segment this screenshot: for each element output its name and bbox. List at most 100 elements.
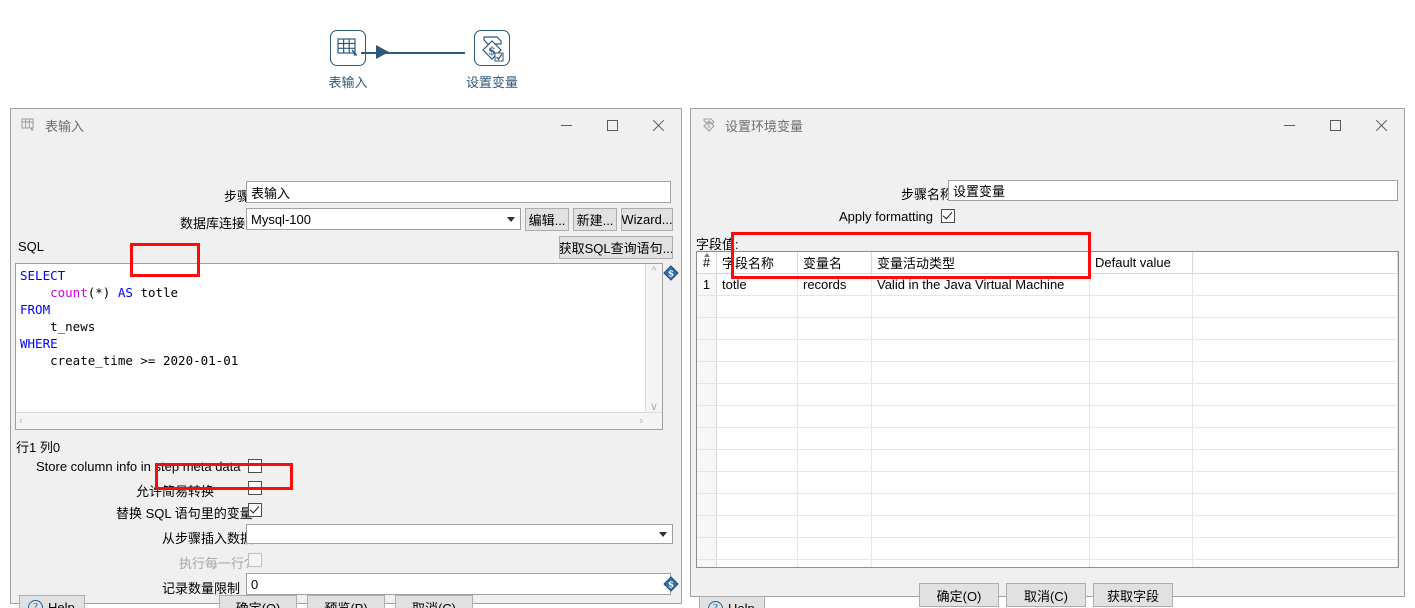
table-cell-field-name[interactable] (717, 560, 798, 567)
sql-horizontal-scrollbar[interactable]: ‹ › (16, 412, 662, 429)
table-header-variable-name[interactable]: 变量名 (798, 252, 872, 273)
table-cell-default-value[interactable] (1090, 274, 1193, 296)
sql-vertical-scrollbar[interactable]: ^ ∨ (645, 264, 662, 415)
store-column-info-checkbox[interactable] (248, 459, 262, 473)
table-cell-default-value[interactable] (1090, 428, 1193, 450)
table-cell-field-name[interactable] (717, 362, 798, 384)
table-row[interactable]: 1 totle records Valid in the Java Virtual M… (697, 274, 1398, 296)
table-cell-field-name[interactable] (717, 516, 798, 538)
table-row[interactable] (697, 472, 1398, 494)
wizard-connection-button[interactable]: Wizard... (621, 208, 673, 231)
table-cell-field-name[interactable]: totle (717, 274, 798, 296)
table-cell-variable-scope[interactable] (872, 296, 1090, 318)
table-cell-field-name[interactable] (717, 472, 798, 494)
table-cell-variable-scope[interactable] (872, 450, 1090, 472)
maximize-icon[interactable] (589, 109, 635, 141)
table-cell-default-value[interactable] (1090, 384, 1193, 406)
table-cell-variable-name[interactable] (798, 340, 872, 362)
table-cell-variable-name[interactable] (798, 406, 872, 428)
table-cell-variable-name[interactable] (798, 560, 872, 567)
table-cell-default-value[interactable] (1090, 362, 1193, 384)
table-cell-variable-scope[interactable] (872, 318, 1090, 340)
table-header-variable-scope[interactable]: 变量活动类型 (872, 252, 1090, 273)
new-connection-button[interactable]: 新建... (573, 208, 617, 231)
step-name-input[interactable]: 表输入 (246, 181, 671, 203)
limit-input[interactable]: 0 (246, 573, 671, 595)
table-row[interactable] (697, 516, 1398, 538)
scroll-right-icon[interactable]: › (636, 414, 646, 429)
table-cell-field-name[interactable] (717, 538, 798, 560)
help-button[interactable]: ? Help (699, 596, 765, 608)
table-cell-default-value[interactable] (1090, 450, 1193, 472)
sql-editor[interactable]: SELECT count(*) AS totle FROM t_news WHERE… (15, 263, 663, 430)
table-cell-variable-scope[interactable] (872, 362, 1090, 384)
table-cell-variable-name[interactable] (798, 428, 872, 450)
table-row[interactable] (697, 428, 1398, 450)
table-cell-field-name[interactable] (717, 494, 798, 516)
table-input-titlebar[interactable]: 表输入 (11, 109, 681, 141)
apply-formatting-checkbox[interactable] (941, 209, 955, 223)
table-cell-variable-scope[interactable] (872, 340, 1090, 362)
variables-table[interactable]: # 字段名称 变量名 变量活动类型 Default value 1 totle re… (696, 251, 1399, 568)
table-cell-extra[interactable] (1193, 274, 1398, 296)
table-cell-default-value[interactable] (1090, 296, 1193, 318)
table-cell-extra[interactable] (1193, 362, 1398, 384)
table-cell-extra[interactable] (1193, 340, 1398, 362)
cancel-button[interactable]: 取消(C) (1006, 583, 1086, 607)
table-header-default-value[interactable]: Default value (1090, 252, 1193, 273)
table-cell-extra[interactable] (1193, 296, 1398, 318)
table-cell-extra[interactable] (1193, 538, 1398, 560)
table-row[interactable] (697, 340, 1398, 362)
canvas-step-table-input[interactable]: 表输入 (320, 30, 376, 91)
table-cell-variable-scope[interactable] (872, 494, 1090, 516)
table-cell-default-value[interactable] (1090, 516, 1193, 538)
table-cell-variable-name[interactable] (798, 516, 872, 538)
table-cell-extra[interactable] (1193, 494, 1398, 516)
table-header-num[interactable]: # (697, 252, 717, 273)
table-cell-default-value[interactable] (1090, 318, 1193, 340)
table-row[interactable] (697, 318, 1398, 340)
table-cell-variable-scope[interactable]: Valid in the Java Virtual Machine (872, 274, 1090, 296)
table-cell-variable-scope[interactable] (872, 538, 1090, 560)
table-row[interactable] (697, 450, 1398, 472)
table-row[interactable] (697, 538, 1398, 560)
table-cell-extra[interactable] (1193, 318, 1398, 340)
table-cell-variable-name[interactable] (798, 384, 872, 406)
table-header-extra[interactable] (1193, 252, 1398, 273)
scroll-up-icon[interactable]: ^ (648, 264, 659, 279)
table-cell-default-value[interactable] (1090, 560, 1193, 567)
table-cell-field-name[interactable] (717, 318, 798, 340)
table-cell-default-value[interactable] (1090, 472, 1193, 494)
table-cell-variable-name[interactable] (798, 494, 872, 516)
get-fields-button[interactable]: 获取字段 (1093, 583, 1173, 607)
table-header-field-name[interactable]: 字段名称 (717, 252, 798, 273)
table-cell-extra[interactable] (1193, 406, 1398, 428)
ok-button[interactable]: 确定(O) (219, 595, 297, 608)
table-cell-extra[interactable] (1193, 450, 1398, 472)
table-cell-extra[interactable] (1193, 384, 1398, 406)
table-cell-variable-scope[interactable] (872, 472, 1090, 494)
preview-button[interactable]: 预览(P) (307, 595, 385, 608)
table-row[interactable] (697, 362, 1398, 384)
table-cell-variable-scope[interactable] (872, 384, 1090, 406)
ok-button[interactable]: 确定(O) (919, 583, 999, 607)
table-cell-extra[interactable] (1193, 472, 1398, 494)
allow-simple-conversion-checkbox[interactable] (248, 481, 262, 495)
table-cell-extra[interactable] (1193, 560, 1398, 567)
table-row[interactable] (697, 384, 1398, 406)
table-row[interactable] (697, 406, 1398, 428)
table-cell-variable-scope[interactable] (872, 428, 1090, 450)
cancel-button[interactable]: 取消(C) (395, 595, 473, 608)
table-cell-variable-name[interactable] (798, 362, 872, 384)
table-cell-field-name[interactable] (717, 340, 798, 362)
table-cell-field-name[interactable] (717, 428, 798, 450)
table-row[interactable] (697, 494, 1398, 516)
table-cell-variable-scope[interactable] (872, 406, 1090, 428)
close-icon[interactable] (1358, 109, 1404, 141)
table-row[interactable] (697, 560, 1398, 567)
table-row[interactable] (697, 296, 1398, 318)
table-cell-field-name[interactable] (717, 450, 798, 472)
minimize-icon[interactable] (543, 109, 589, 141)
table-cell-variable-name[interactable] (798, 450, 872, 472)
table-cell-variable-name[interactable] (798, 318, 872, 340)
